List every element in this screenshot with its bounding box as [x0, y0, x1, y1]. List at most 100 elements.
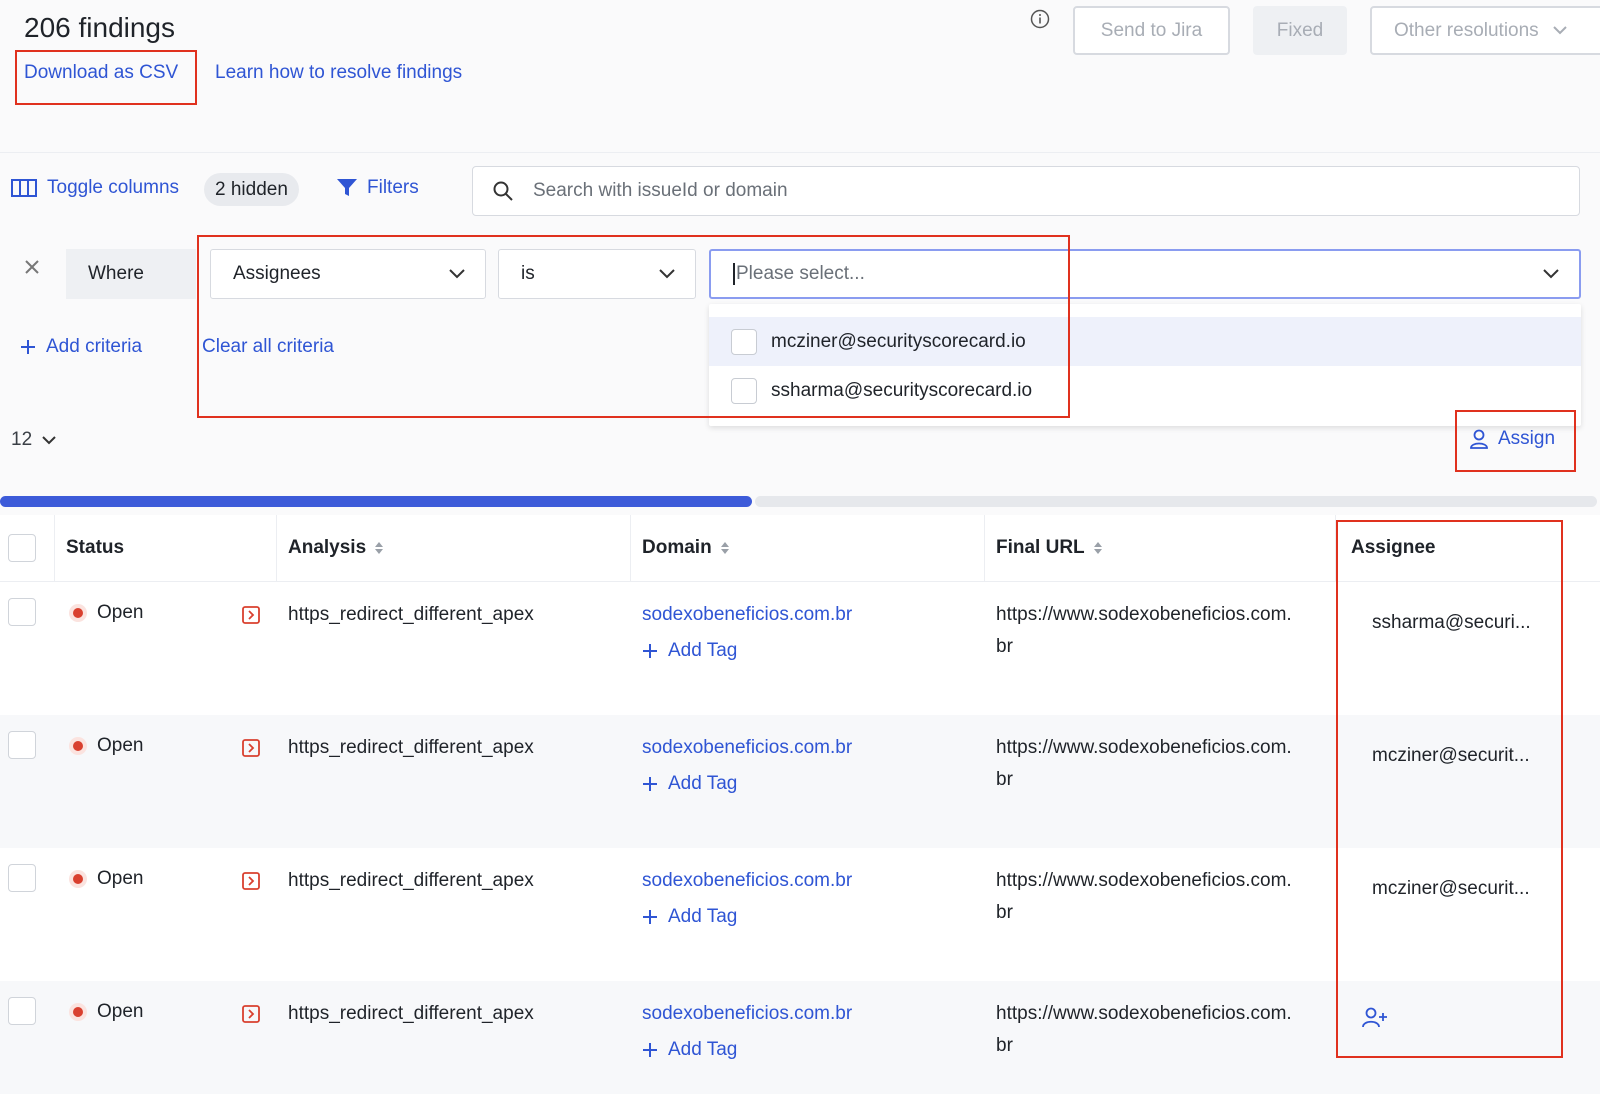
horizontal-scrollbar-track[interactable]: [755, 496, 1597, 507]
close-icon[interactable]: [23, 258, 41, 276]
final-url-line: br: [996, 902, 1013, 923]
filter-value-placeholder: Please select...: [733, 263, 865, 285]
issue-link-icon[interactable]: [242, 1005, 260, 1023]
add-tag-button[interactable]: Add Tag: [642, 1039, 737, 1061]
table-row[interactable]: Open https_redirect_different_apex sodex…: [0, 981, 1600, 1094]
page-size-value: 12: [11, 429, 33, 450]
add-criteria-label: Add criteria: [46, 336, 143, 357]
status-text: Open: [97, 735, 144, 756]
row-checkbox[interactable]: [8, 598, 36, 626]
clear-all-criteria-link[interactable]: Clear all criteria: [202, 336, 334, 358]
column-divider: [1335, 515, 1336, 581]
final-url-line: https://www.sodexobeneficios.com.: [996, 1003, 1292, 1024]
horizontal-scrollbar-thumb[interactable]: [0, 496, 752, 507]
add-assignee-icon[interactable]: [1362, 1007, 1388, 1029]
domain-link[interactable]: sodexobeneficios.com.br: [642, 737, 852, 759]
findings-table: Status Analysis Domain Final URL Assigne…: [0, 515, 1600, 1094]
learn-resolve-link[interactable]: Learn how to resolve findings: [215, 62, 462, 84]
column-header-analysis[interactable]: Analysis: [288, 515, 384, 581]
chevron-down-icon: [449, 269, 465, 279]
column-header-domain[interactable]: Domain: [642, 515, 730, 581]
filter-field-select[interactable]: Assignees: [210, 249, 486, 299]
add-tag-button[interactable]: Add Tag: [642, 906, 737, 928]
column-divider: [984, 515, 985, 581]
assignee-cell[interactable]: mcziner@securit...: [1372, 745, 1530, 767]
analysis-cell: https_redirect_different_apex: [288, 1003, 534, 1024]
chevron-down-icon: [1543, 269, 1559, 279]
header-label: Domain: [642, 537, 712, 558]
hidden-columns-badge: 2 hidden: [204, 173, 299, 206]
assignee-cell[interactable]: ssharma@securi...: [1372, 612, 1531, 634]
info-icon[interactable]: [1030, 9, 1050, 29]
fixed-label: Fixed: [1276, 19, 1324, 41]
issue-link-icon[interactable]: [242, 739, 260, 757]
add-tag-button[interactable]: Add Tag: [642, 773, 737, 795]
search-input[interactable]: [533, 180, 1433, 202]
filter-icon: [337, 179, 357, 196]
select-all-checkbox[interactable]: [8, 534, 36, 562]
page-size-select[interactable]: 12: [11, 429, 56, 451]
chevron-down-icon: [659, 269, 675, 279]
status-dot-icon: [73, 740, 83, 751]
filters-button[interactable]: Filters: [337, 177, 419, 199]
option-label: mcziner@securityscorecard.io: [771, 330, 1026, 352]
table-row[interactable]: Open https_redirect_different_apex sodex…: [0, 715, 1600, 848]
issue-link-icon[interactable]: [242, 606, 260, 624]
sort-icon[interactable]: [374, 541, 384, 555]
send-to-jira-button[interactable]: Send to Jira: [1073, 6, 1230, 55]
final-url-line: https://www.sodexobeneficios.com.: [996, 737, 1292, 758]
row-checkbox[interactable]: [8, 997, 36, 1025]
column-header-assignee[interactable]: Assignee: [1351, 515, 1435, 581]
search-box[interactable]: [472, 166, 1580, 216]
dropdown-option[interactable]: ssharma@securityscorecard.io: [709, 366, 1581, 415]
where-label: Where: [66, 249, 196, 299]
plus-icon: [21, 340, 35, 354]
final-url-line: https://www.sodexobeneficios.com.: [996, 870, 1292, 891]
table-row[interactable]: Open https_redirect_different_apex sodex…: [0, 582, 1600, 715]
domain-link[interactable]: sodexobeneficios.com.br: [642, 870, 852, 892]
final-url-line: br: [996, 1035, 1013, 1056]
plus-icon: [643, 644, 657, 658]
option-label: ssharma@securityscorecard.io: [771, 379, 1033, 401]
analysis-cell: https_redirect_different_apex: [288, 870, 534, 891]
toggle-columns-button[interactable]: Toggle columns: [11, 177, 179, 199]
column-divider: [54, 515, 55, 581]
issue-link-icon[interactable]: [242, 872, 260, 890]
add-criteria-button[interactable]: Add criteria: [20, 336, 142, 358]
column-header-final-url[interactable]: Final URL: [996, 515, 1103, 581]
download-csv-link[interactable]: Download as CSV: [24, 62, 178, 84]
analysis-cell: https_redirect_different_apex: [288, 604, 534, 625]
header-label: Status: [66, 537, 125, 558]
final-url-line: https://www.sodexobeneficios.com.: [996, 604, 1292, 625]
sort-icon[interactable]: [1093, 541, 1103, 555]
row-checkbox[interactable]: [8, 731, 36, 759]
assignee-cell[interactable]: mcziner@securit...: [1372, 878, 1530, 900]
assignee-dropdown: mcziner@securityscorecard.io ssharma@sec…: [709, 304, 1581, 426]
status-dot-icon: [73, 873, 83, 884]
option-checkbox[interactable]: [731, 377, 757, 404]
domain-link[interactable]: sodexobeneficios.com.br: [642, 1003, 852, 1025]
column-header-status[interactable]: Status: [66, 515, 124, 581]
assign-label: Assign: [1498, 428, 1556, 449]
add-tag-button[interactable]: Add Tag: [642, 640, 737, 662]
column-divider: [630, 515, 631, 581]
other-resolutions-button[interactable]: Other resolutions: [1370, 6, 1600, 55]
header-label: Final URL: [996, 537, 1085, 558]
add-tag-label: Add Tag: [668, 1039, 738, 1060]
filter-operator-select[interactable]: is: [498, 249, 696, 299]
sort-icon[interactable]: [720, 541, 730, 555]
filter-value-select[interactable]: Please select...: [709, 249, 1581, 299]
user-icon: [1470, 429, 1488, 449]
fixed-button[interactable]: Fixed: [1253, 6, 1347, 55]
plus-icon: [643, 777, 657, 791]
table-row[interactable]: Open https_redirect_different_apex sodex…: [0, 848, 1600, 981]
dropdown-option[interactable]: mcziner@securityscorecard.io: [709, 317, 1581, 366]
toolbar-divider: [0, 152, 1600, 153]
status-cell: Open: [73, 868, 143, 890]
page-title: 206 findings: [24, 12, 176, 43]
domain-link[interactable]: sodexobeneficios.com.br: [642, 604, 852, 626]
row-checkbox[interactable]: [8, 864, 36, 892]
assign-button[interactable]: Assign: [1470, 428, 1555, 450]
option-checkbox[interactable]: [731, 328, 757, 355]
status-text: Open: [97, 868, 144, 889]
